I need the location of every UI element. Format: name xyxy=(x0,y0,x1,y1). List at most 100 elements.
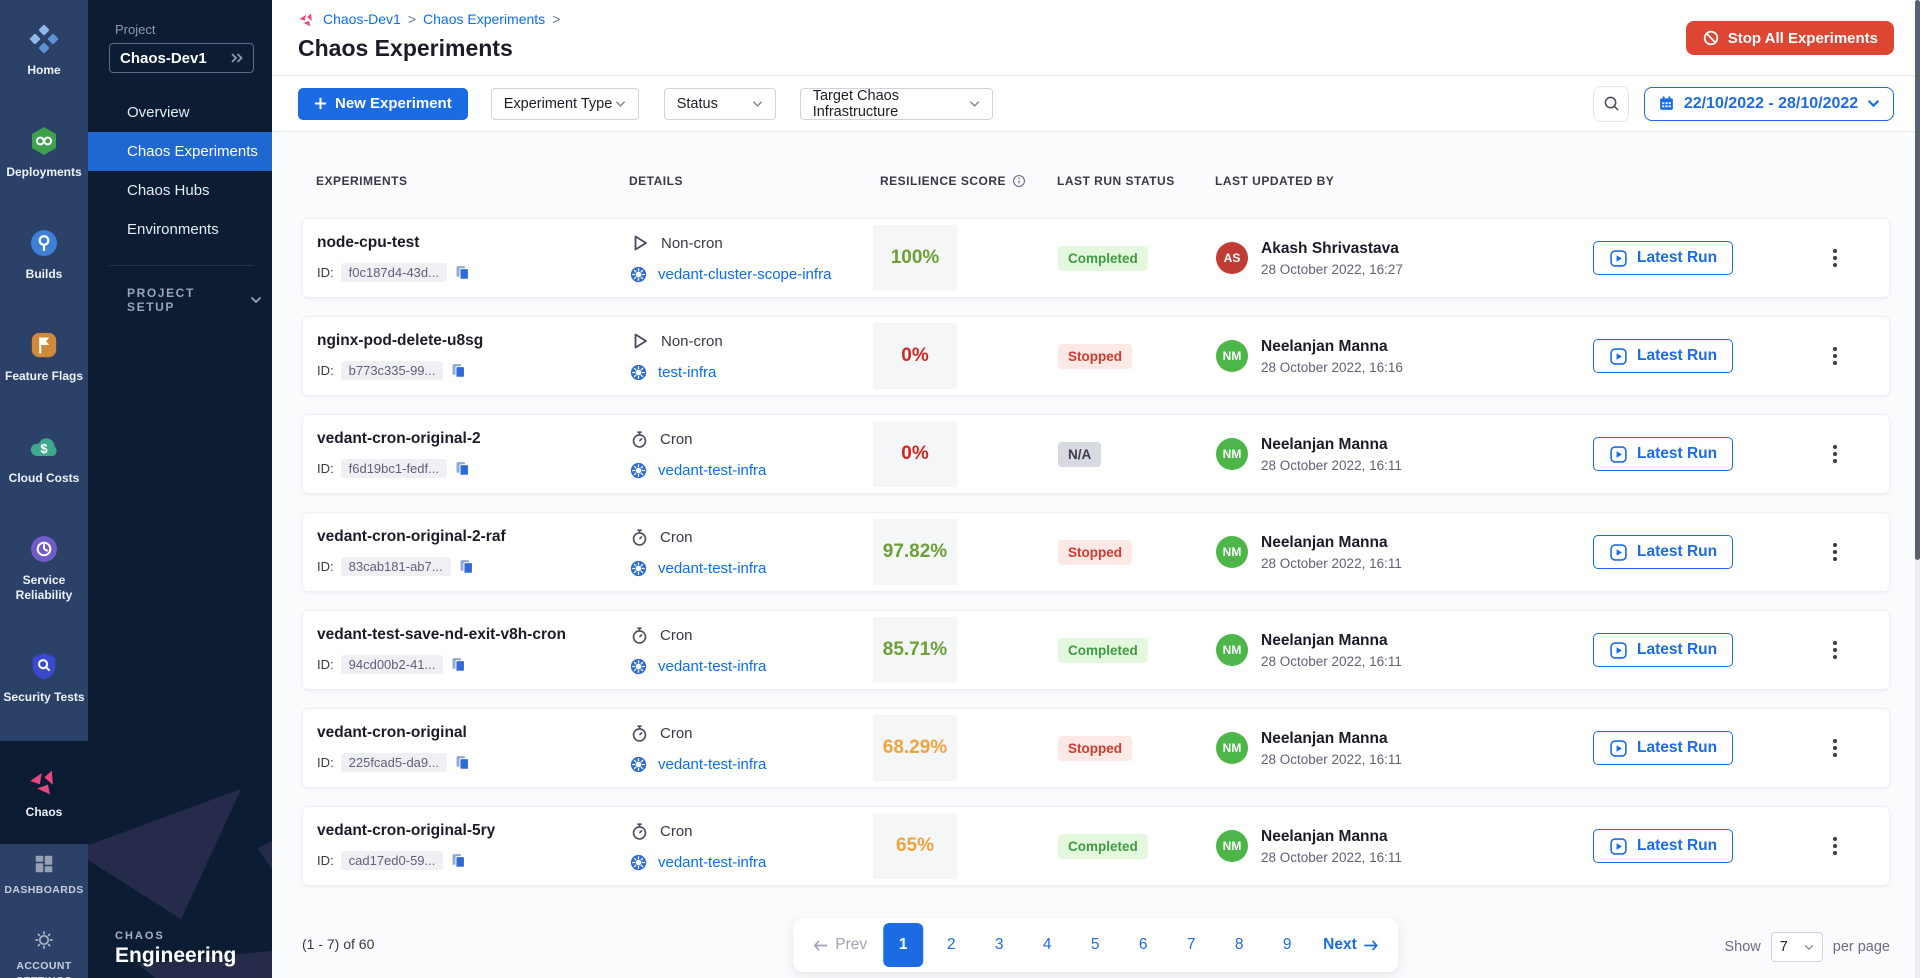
latest-run-button[interactable]: Latest Run xyxy=(1593,829,1733,863)
experiment-row[interactable]: vedant-cron-original-2-raf ID: 83cab181-… xyxy=(302,512,1890,592)
experiment-row[interactable]: vedant-cron-original ID: 225fcad5-da9...… xyxy=(302,708,1890,788)
row-menu-kebab-icon[interactable] xyxy=(1827,635,1843,665)
latest-run-label: Latest Run xyxy=(1637,445,1717,463)
row-menu-kebab-icon[interactable] xyxy=(1827,831,1843,861)
row-menu-kebab-icon[interactable] xyxy=(1827,243,1843,273)
menu-item-environments[interactable]: Environments xyxy=(88,210,272,249)
copy-icon[interactable] xyxy=(454,754,471,771)
sidebar-item-cloud-costs[interactable]: $ Cloud Costs xyxy=(0,420,88,496)
latest-run-button[interactable]: Latest Run xyxy=(1593,437,1733,471)
experiment-type-filter[interactable]: Experiment Type xyxy=(491,88,639,120)
next-page-button[interactable]: Next xyxy=(1315,923,1387,967)
last-run-status-badge: Completed xyxy=(1058,834,1148,859)
svg-text:$: $ xyxy=(40,441,48,456)
breadcrumb-link-chaos-experiments[interactable]: Chaos Experiments xyxy=(423,11,545,27)
prev-page-button[interactable]: Prev xyxy=(805,923,875,967)
latest-run-button[interactable]: Latest Run xyxy=(1593,633,1733,667)
row-menu-kebab-icon[interactable] xyxy=(1827,733,1843,763)
latest-run-button[interactable]: Latest Run xyxy=(1593,535,1733,569)
infrastructure-link[interactable]: vedant-test-infra xyxy=(658,854,766,871)
sidebar-item-home[interactable]: Home xyxy=(0,12,88,88)
user-avatar: NM xyxy=(1216,634,1248,666)
infrastructure-link[interactable]: vedant-test-infra xyxy=(658,756,766,773)
page-button-5[interactable]: 5 xyxy=(1075,923,1115,967)
page-button-2[interactable]: 2 xyxy=(931,923,971,967)
row-menu-kebab-icon[interactable] xyxy=(1827,537,1843,567)
user-avatar: NM xyxy=(1216,536,1248,568)
infrastructure-link[interactable]: vedant-cluster-scope-infra xyxy=(658,266,831,283)
experiment-name[interactable]: node-cpu-test xyxy=(317,234,630,252)
experiment-type-icon xyxy=(630,233,650,253)
page-button-4[interactable]: 4 xyxy=(1027,923,1067,967)
sidebar-item-chaos[interactable]: Chaos xyxy=(0,741,88,844)
scrollbar-track[interactable] xyxy=(1915,0,1920,978)
page-button-7[interactable]: 7 xyxy=(1171,923,1211,967)
row-menu-kebab-icon[interactable] xyxy=(1827,439,1843,469)
sidebar-item-dashboards[interactable]: DASHBOARDS xyxy=(2,844,85,904)
experiment-name[interactable]: vedant-test-save-nd-exit-v8h-cron xyxy=(317,626,630,644)
page-button-8[interactable]: 8 xyxy=(1219,923,1259,967)
sidebar-item-builds[interactable]: Builds xyxy=(0,216,88,292)
new-experiment-button[interactable]: New Experiment xyxy=(298,88,468,120)
infrastructure-link[interactable]: vedant-test-infra xyxy=(658,560,766,577)
experiment-name[interactable]: vedant-cron-original-5ry xyxy=(317,822,630,840)
experiment-row[interactable]: node-cpu-test ID: f0c187d4-43d... Non-cr… xyxy=(302,218,1890,298)
experiment-name[interactable]: nginx-pod-delete-u8sg xyxy=(317,332,630,350)
experiment-row[interactable]: vedant-cron-original-2 ID: f6d19bc1-fedf… xyxy=(302,414,1890,494)
date-range-picker[interactable]: 22/10/2022 - 28/10/2022 xyxy=(1644,87,1894,121)
experiment-name[interactable]: vedant-cron-original xyxy=(317,724,630,742)
info-icon[interactable] xyxy=(1012,174,1026,188)
copy-icon[interactable] xyxy=(454,264,471,281)
sidebar-item-account-settings[interactable]: ACCOUNT SETTINGS xyxy=(0,920,88,978)
menu-item-chaos-experiments[interactable]: Chaos Experiments xyxy=(88,132,272,171)
experiment-name[interactable]: vedant-cron-original-2-raf xyxy=(317,528,630,546)
page-button-6[interactable]: 6 xyxy=(1123,923,1163,967)
pagination-bar: (1 - 7) of 60 Prev 123456789 Next Show xyxy=(302,918,1890,978)
search-button[interactable] xyxy=(1593,86,1629,122)
infrastructure-link[interactable]: test-infra xyxy=(658,364,716,381)
project-selector-input[interactable]: Chaos-Dev1 xyxy=(109,43,254,73)
infrastructure-link[interactable]: vedant-test-infra xyxy=(658,658,766,675)
sidebar-item-security-tests[interactable]: Security Tests xyxy=(0,639,88,715)
latest-run-button[interactable]: Latest Run xyxy=(1593,339,1733,373)
latest-run-button[interactable]: Latest Run xyxy=(1593,241,1733,275)
stop-all-experiments-button[interactable]: Stop All Experiments xyxy=(1686,21,1894,55)
sidebar-item-deployments[interactable]: Deployments xyxy=(0,114,88,190)
scrollbar-thumb[interactable] xyxy=(1915,0,1920,560)
copy-icon[interactable] xyxy=(450,852,467,869)
copy-icon[interactable] xyxy=(450,362,467,379)
sidebar-item-feature-flags[interactable]: Feature Flags xyxy=(0,318,88,394)
pager: Prev 123456789 Next xyxy=(793,918,1398,972)
copy-icon[interactable] xyxy=(454,460,471,477)
experiment-row[interactable]: vedant-cron-original-5ry ID: cad17ed0-59… xyxy=(302,806,1890,886)
experiment-name[interactable]: vedant-cron-original-2 xyxy=(317,430,630,448)
copy-icon[interactable] xyxy=(450,656,467,673)
last-updated-date: 28 October 2022, 16:11 xyxy=(1261,850,1402,865)
menu-item-chaos-hubs[interactable]: Chaos Hubs xyxy=(88,171,272,210)
menu-item-overview[interactable]: Overview xyxy=(88,93,272,132)
target-infrastructure-filter[interactable]: Target Chaos Infrastructure xyxy=(800,88,993,120)
copy-icon[interactable] xyxy=(458,558,475,575)
filter-label: Target Chaos Infrastructure xyxy=(813,88,969,120)
status-filter[interactable]: Status xyxy=(664,88,776,120)
page-button-3[interactable]: 3 xyxy=(979,923,1019,967)
row-menu-kebab-icon[interactable] xyxy=(1827,341,1843,371)
project-setup-toggle[interactable]: PROJECT SETUP xyxy=(88,266,272,324)
kubernetes-infra-icon xyxy=(630,364,647,381)
latest-run-label: Latest Run xyxy=(1637,641,1717,659)
experiment-type-icon xyxy=(630,822,649,841)
experiment-row[interactable]: nginx-pod-delete-u8sg ID: b773c335-99...… xyxy=(302,316,1890,396)
latest-run-label: Latest Run xyxy=(1637,739,1717,757)
breadcrumb-link-project[interactable]: Chaos-Dev1 xyxy=(323,11,401,27)
experiment-row[interactable]: vedant-test-save-nd-exit-v8h-cron ID: 94… xyxy=(302,610,1890,690)
filter-label: Status xyxy=(677,96,718,112)
page-size-select[interactable]: 7 xyxy=(1771,932,1823,962)
latest-run-button[interactable]: Latest Run xyxy=(1593,731,1733,765)
sidebar-item-service-reliability[interactable]: Service Reliability xyxy=(0,522,88,613)
calendar-icon xyxy=(1658,95,1675,112)
infrastructure-link[interactable]: vedant-test-infra xyxy=(658,462,766,479)
page-button-1[interactable]: 1 xyxy=(883,923,923,967)
page-button-9[interactable]: 9 xyxy=(1267,923,1307,967)
sidebar-item-label: ACCOUNT SETTINGS xyxy=(2,959,86,978)
sidebar-item-label: Cloud Costs xyxy=(9,471,80,486)
